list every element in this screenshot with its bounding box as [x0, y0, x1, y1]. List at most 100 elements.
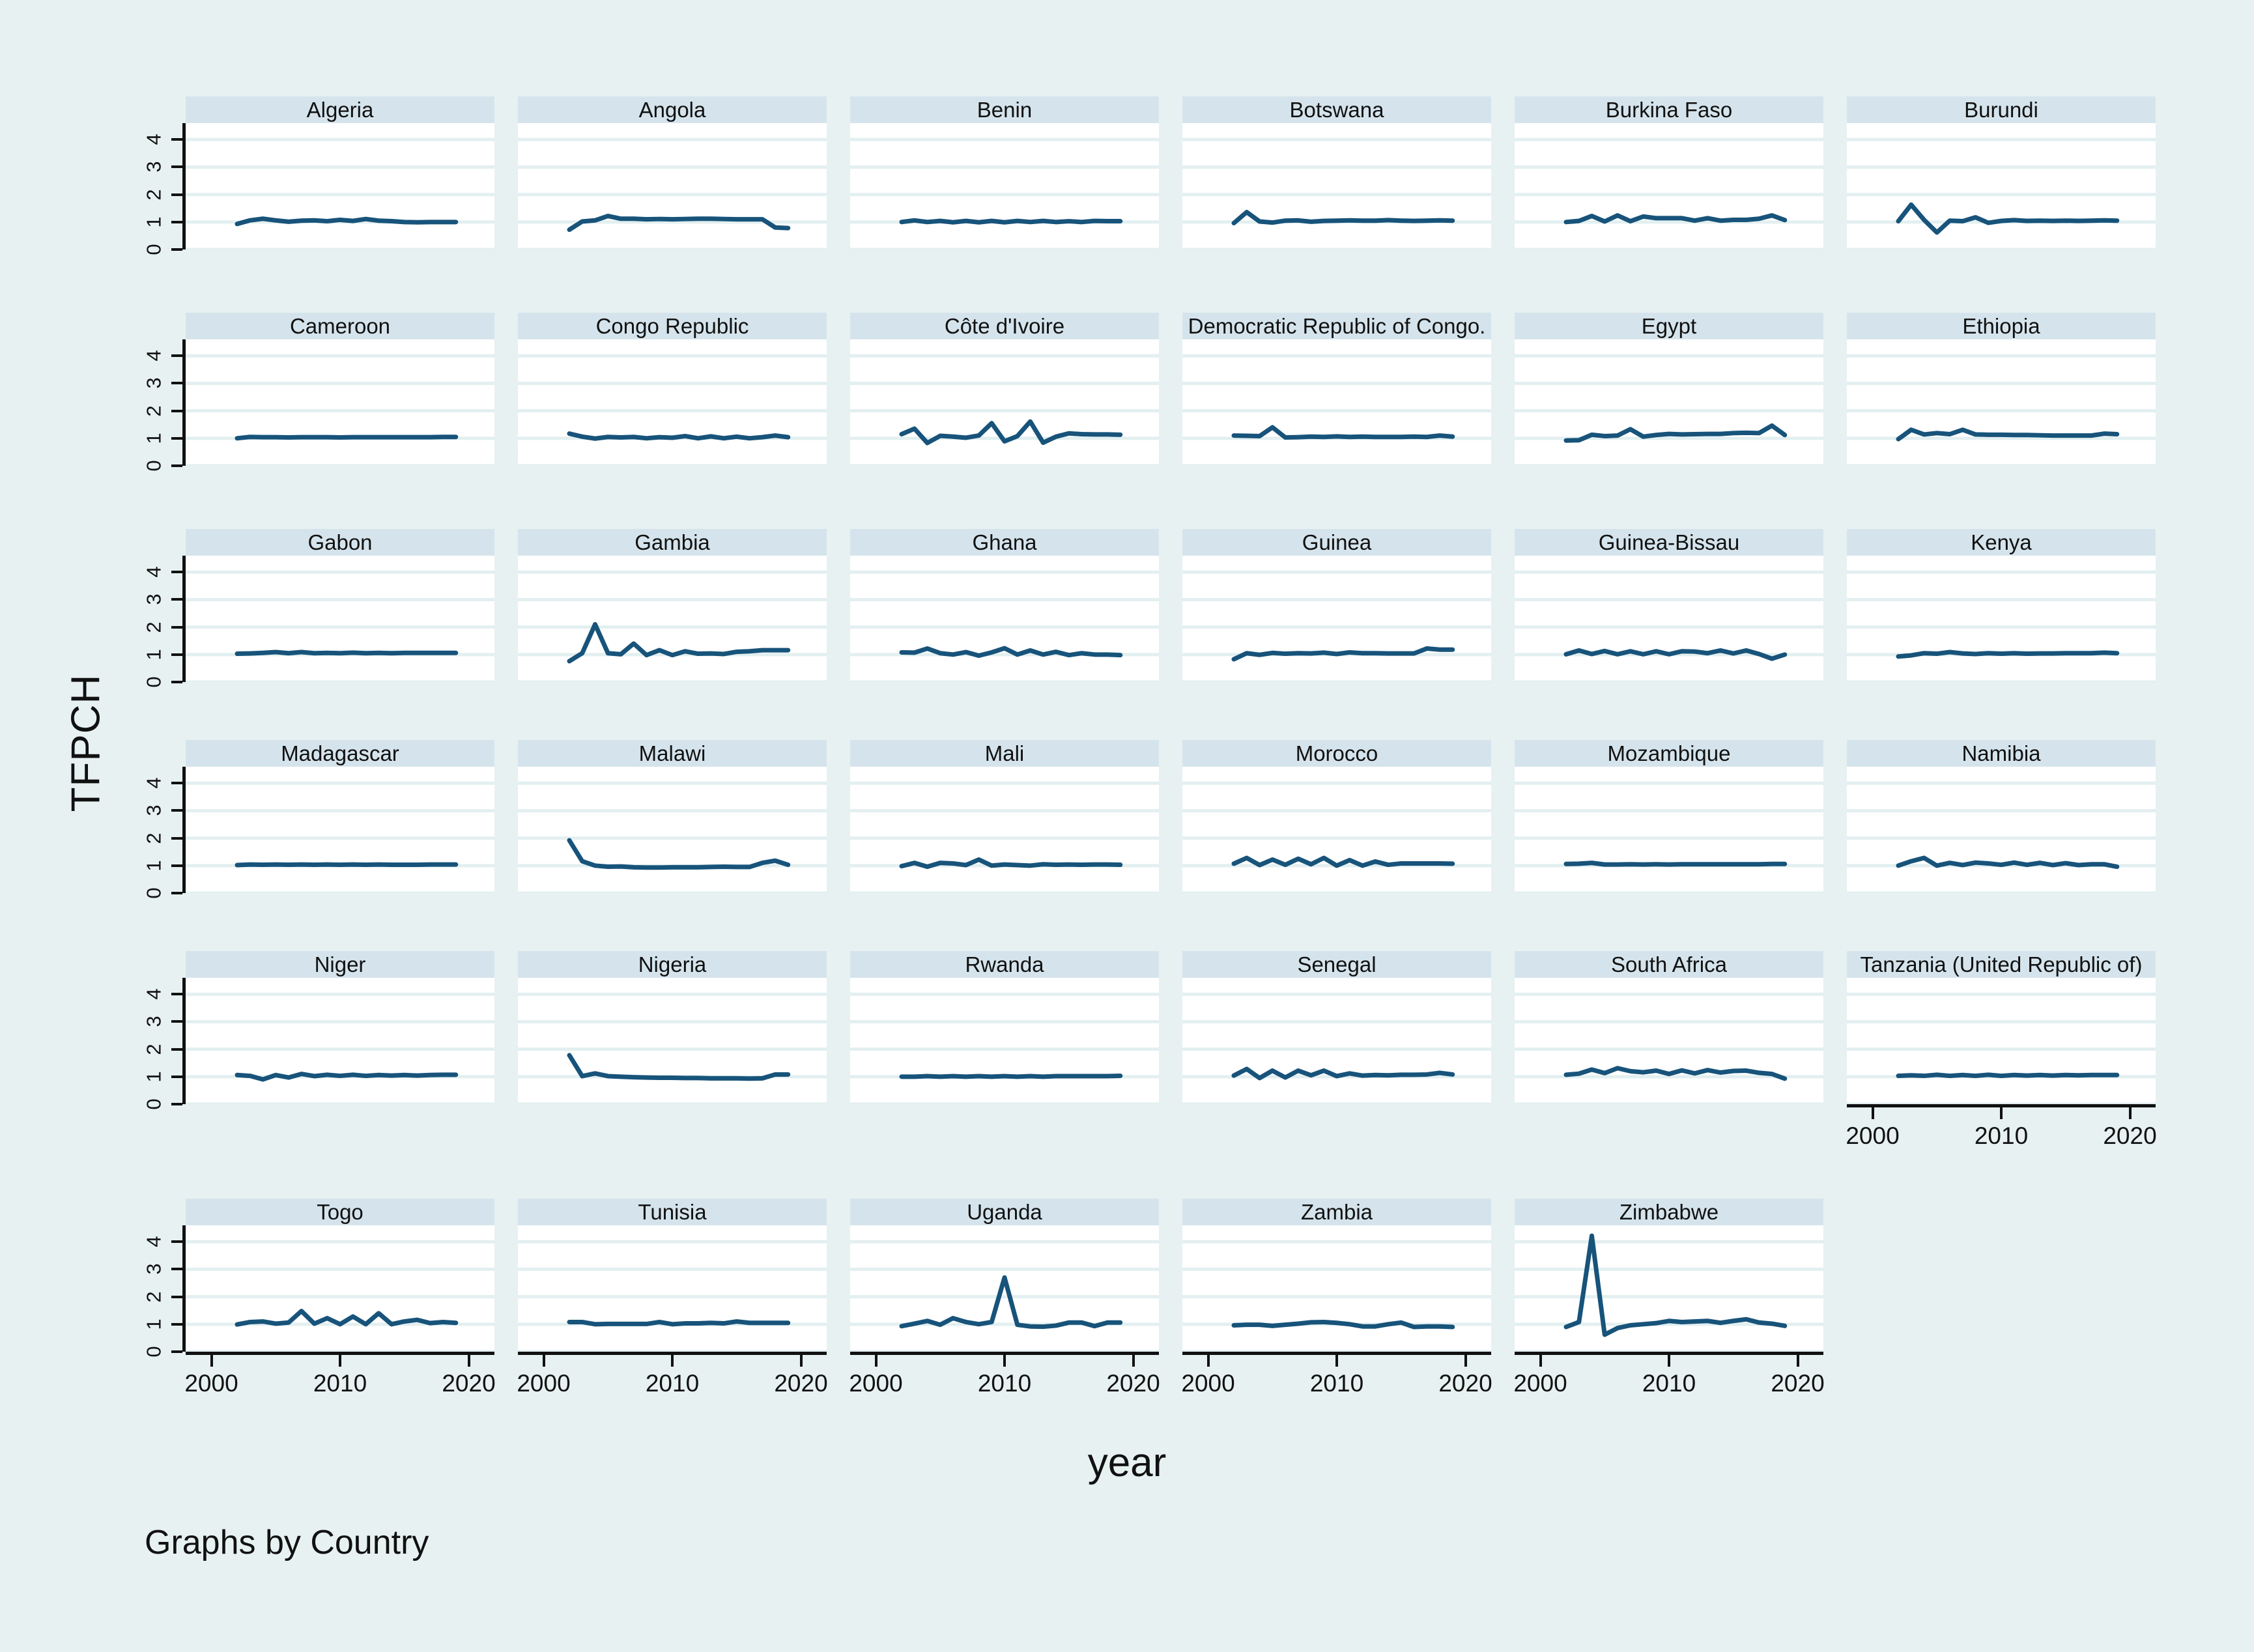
plot-svg [186, 978, 494, 1104]
plot-area [1847, 339, 2156, 466]
plot-svg [1182, 123, 1491, 249]
y-axis-tick-label: 2 [140, 183, 169, 206]
y-axis-tick-label: 0 [140, 238, 169, 261]
y-axis-tick [171, 892, 182, 894]
panel-c-te-d-ivoire: Côte d'Ivoire [850, 313, 1159, 466]
plot-svg [518, 339, 827, 466]
data-line [569, 1322, 788, 1324]
panel-guinea: Guinea [1182, 529, 1491, 682]
x-axis-tick-label: 2020 [2103, 1122, 2157, 1149]
plot-svg [186, 123, 494, 249]
data-line [1898, 1075, 2117, 1076]
y-axis-tick [171, 809, 182, 812]
plot-area [1182, 1225, 1491, 1352]
panel-title: Congo Republic [518, 313, 827, 339]
x-axis-tick-label: 2010 [1642, 1370, 1696, 1397]
plot-region [850, 1225, 1159, 1352]
plot-area [518, 1225, 827, 1352]
plot-area [1847, 978, 2156, 1104]
panel-title: Angola [518, 96, 827, 123]
plot-region [186, 556, 494, 682]
y-axis-tick-label: 2 [140, 1285, 169, 1309]
panel-algeria: Algeria 0 1 2 3 4 [143, 96, 494, 255]
y-axis: 0 1 2 3 4 [140, 1225, 186, 1358]
x-axis-tick [1132, 1355, 1135, 1367]
panel-togo: Togo 0 1 2 3 4 2000 2010 2020 [143, 1199, 496, 1397]
y-axis-tick-label-text: 2 [143, 1044, 165, 1055]
plot-area [186, 978, 494, 1104]
y-axis-tick-label: 2 [140, 399, 169, 423]
y-axis-tick-label: 3 [140, 588, 169, 611]
panel-title: Togo [186, 1199, 494, 1225]
plot-region [1182, 123, 1491, 249]
plot-svg [518, 978, 827, 1104]
x-axis-tick [2000, 1107, 2003, 1119]
x-axis-tick [1871, 1107, 1874, 1119]
panel-title: Morocco [1182, 740, 1491, 767]
plot-svg [1182, 767, 1491, 893]
y-axis-tick [171, 993, 182, 996]
data-line [902, 860, 1120, 867]
panel-democratic-republic-of-congo: Democratic Republic of Congo. [1182, 313, 1491, 466]
y-axis-tick-label-text: 1 [143, 216, 165, 228]
plot-svg [1182, 339, 1491, 466]
y-axis-tick-label: 1 [140, 643, 169, 666]
y-axis-tick-label-text: 4 [143, 988, 165, 1000]
y-axis-tick-label: 2 [140, 827, 169, 850]
plot-svg [518, 123, 827, 249]
panel-title: Mozambique [1515, 740, 1823, 767]
panel-zambia: Zambia 2000 2010 2020 [1181, 1199, 1492, 1397]
y-axis-tick [171, 1350, 182, 1353]
y-axis-tick-label: 4 [140, 1230, 169, 1253]
plot-region [518, 1225, 827, 1352]
plot-svg [1847, 556, 2156, 682]
plot-area [850, 339, 1159, 466]
plot-svg [1182, 1225, 1491, 1352]
data-line [237, 437, 456, 438]
y-axis-tick-label-text: 2 [143, 189, 165, 201]
y-axis: 0 1 2 3 4 [140, 556, 186, 688]
y-axis: 0 1 2 3 4 [140, 123, 186, 255]
panel-morocco: Morocco [1182, 740, 1491, 893]
panel-title: Democratic Republic of Congo. [1182, 313, 1491, 339]
panel-title: Madagascar [186, 740, 494, 767]
plot-svg [1847, 767, 2156, 893]
panel-senegal: Senegal [1182, 951, 1491, 1104]
y-axis-tick [171, 1240, 182, 1244]
panel-malawi: Malawi [518, 740, 827, 893]
x-axis-tick [1335, 1355, 1338, 1367]
y-axis-tick-label: 2 [140, 616, 169, 639]
y-axis-tick [171, 138, 182, 141]
panel-congo-republic: Congo Republic [518, 313, 827, 466]
y-axis-tick-label-text: 3 [143, 805, 165, 817]
y-axis-tick [171, 571, 182, 574]
y-axis-tick-label-text: 0 [143, 887, 165, 899]
plot-area [850, 1225, 1159, 1352]
y-axis-tick-label: 1 [140, 210, 169, 234]
plot-area [1182, 339, 1491, 466]
y-axis-tick-label: 0 [140, 670, 169, 694]
plot-area [1847, 556, 2156, 682]
y-axis-tick-label-text: 0 [143, 676, 165, 688]
plot-area [1182, 978, 1491, 1104]
plot-region [1847, 339, 2156, 466]
x-axis-tick-label: 2020 [774, 1370, 828, 1397]
plot-svg [186, 556, 494, 682]
plot-area [850, 123, 1159, 249]
y-axis-tick-label-text: 1 [143, 1071, 165, 1083]
plot-svg [850, 767, 1159, 893]
panel-title: Tanzania (United Republic of) [1847, 951, 2156, 978]
plot-region [850, 339, 1159, 466]
x-axis-tick-label: 2000 [1513, 1370, 1567, 1397]
y-axis-tick-label-text: 3 [143, 593, 165, 606]
panel-title: Benin [850, 96, 1159, 123]
data-line [237, 1074, 456, 1079]
y-axis-tick-label-text: 1 [143, 649, 165, 661]
panel-title: Guinea [1182, 529, 1491, 556]
x-axis-spine [850, 1352, 1159, 1355]
plot-svg [1515, 556, 1823, 682]
x-axis: 2000 2010 2020 [1846, 1104, 2157, 1156]
y-axis-tick-label-text: 2 [143, 405, 165, 417]
x-axis-tick [799, 1355, 803, 1367]
panel-south-africa: South Africa [1515, 951, 1823, 1104]
